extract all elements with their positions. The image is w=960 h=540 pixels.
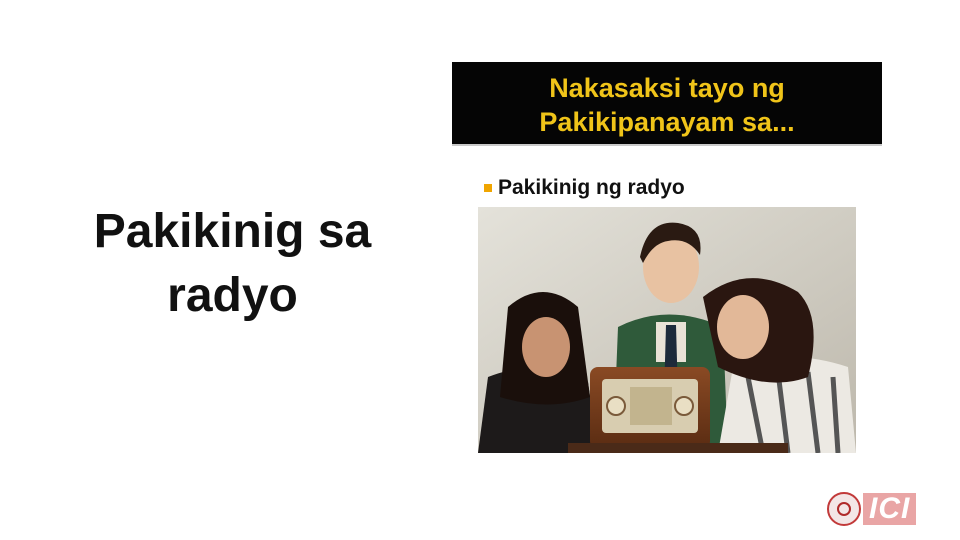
ici-logo: ICI — [827, 489, 933, 529]
panel-header: Nakasaksi tayo ng Pakikipanayam sa... — [452, 62, 882, 146]
panel-header-line-1: Nakasaksi tayo ng — [549, 73, 785, 103]
bullet-square-icon — [484, 184, 492, 192]
radio-listening-photo — [478, 207, 856, 453]
photo-illustration — [478, 207, 856, 453]
bullet-item: Pakikinig ng radyo — [484, 175, 685, 201]
slide-title-line-1: Pakikinig sa — [93, 205, 372, 258]
bullet-text: Pakikinig ng radyo — [498, 176, 685, 199]
seal-icon — [827, 492, 861, 526]
image-panel: Nakasaksi tayo ng Pakikipanayam sa... Pa… — [452, 62, 882, 462]
logo-text: ICI — [863, 493, 917, 525]
slide-title: Pakikinig sa radyo — [40, 200, 425, 328]
panel-header-line-2: Pakikipanayam sa... — [539, 107, 795, 137]
slide-title-line-2: radyo — [167, 269, 298, 322]
